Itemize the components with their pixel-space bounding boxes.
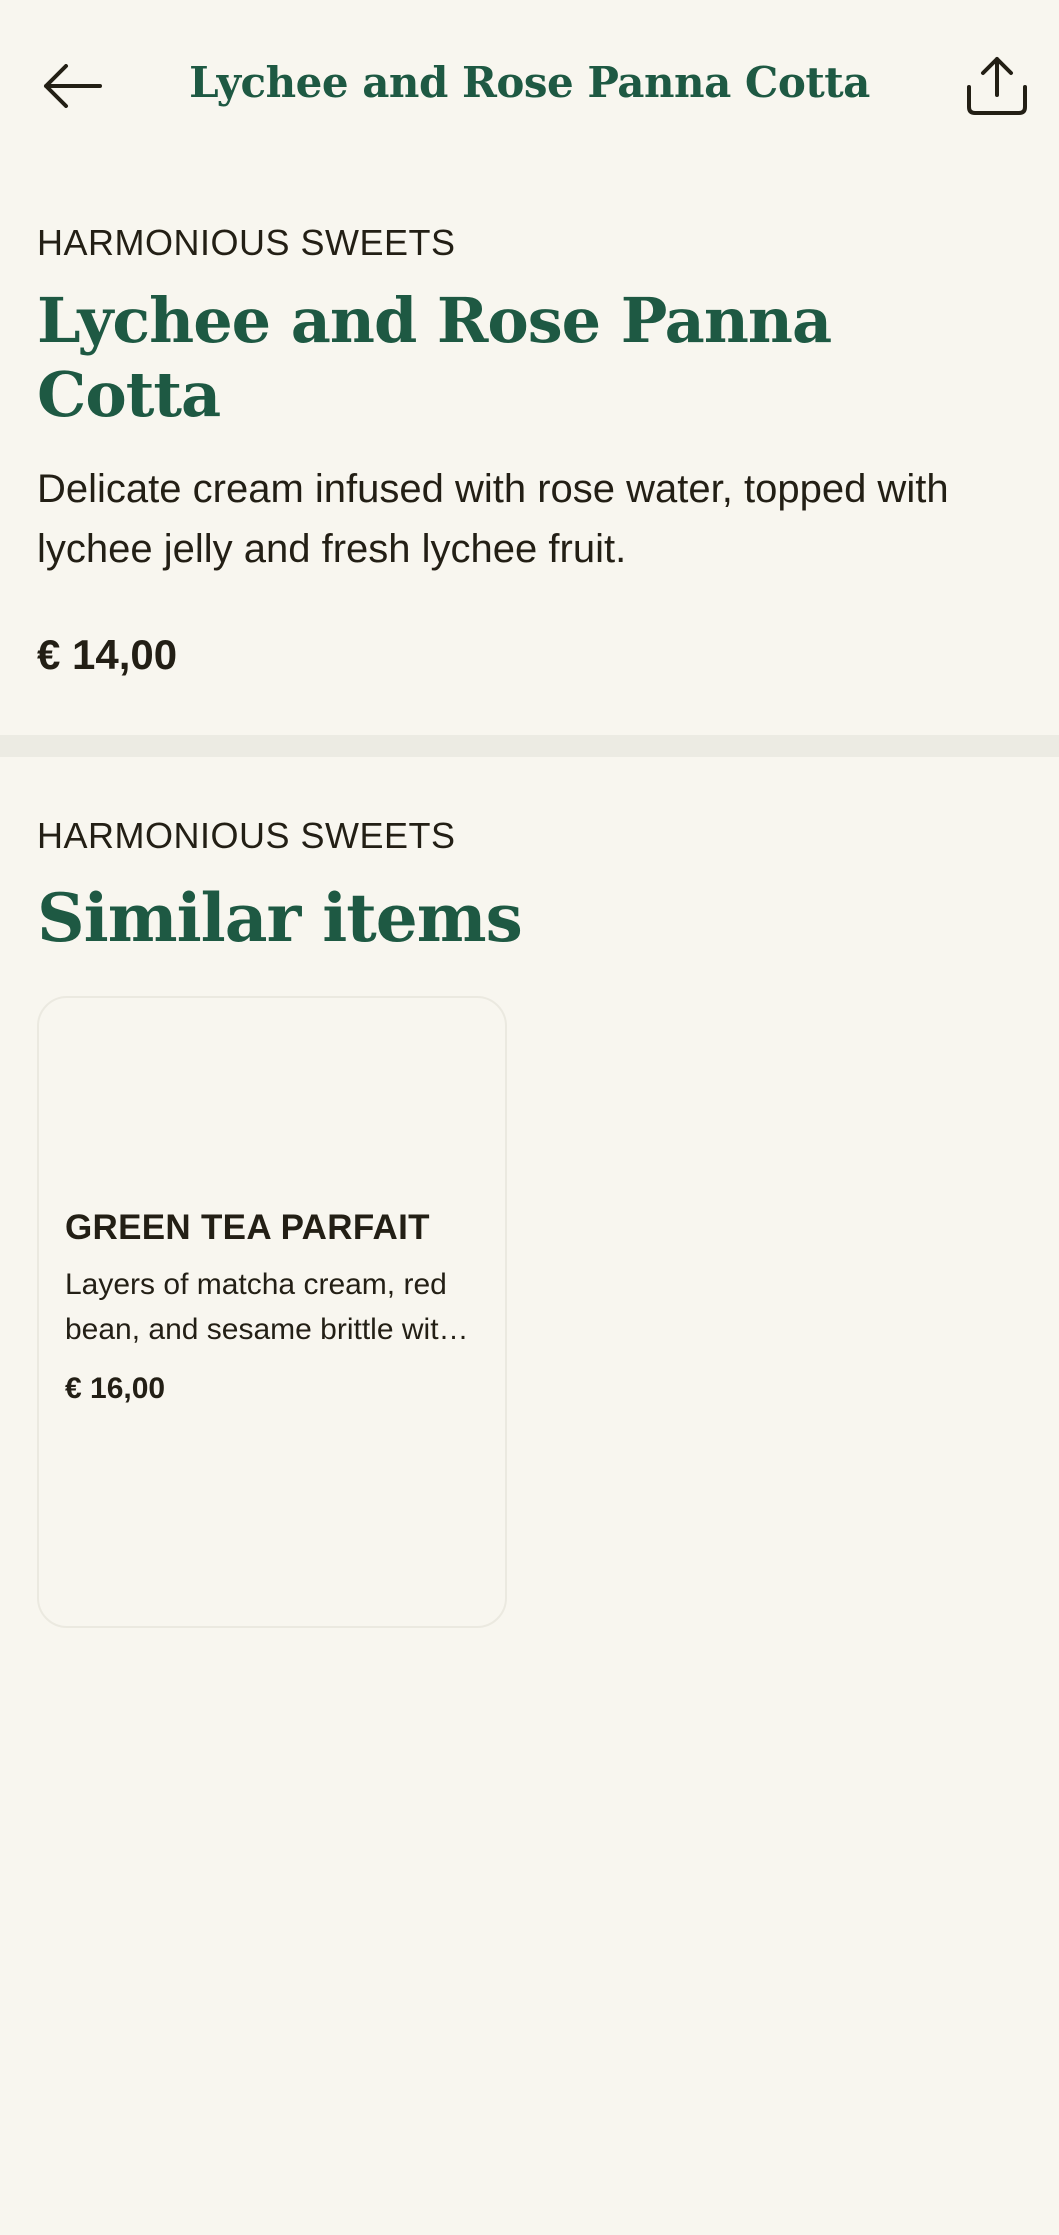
similar-items-section: HARMONIOUS SWEETS Similar items GREEN TE… — [0, 757, 1059, 1628]
similar-item-card[interactable]: GREEN TEA PARFAIT Layers of matcha cream… — [37, 995, 507, 1628]
card-price: € 16,00 — [65, 1371, 166, 1405]
item-title: Lychee and Rose Panna Cotta — [37, 284, 832, 432]
card-name: GREEN TEA PARFAIT — [65, 1207, 430, 1247]
card-description: Layers of matcha cream, red bean, and se… — [65, 1267, 456, 1346]
item-price: € 14,00 — [37, 630, 178, 678]
share-button[interactable] — [957, 46, 1037, 126]
similar-category: HARMONIOUS SWEETS — [37, 814, 456, 856]
header-title: Lychee and Rose Panna Cotta — [189, 58, 870, 107]
similar-title: Similar items — [37, 878, 523, 957]
top-bar: Lychee and Rose Panna Cotta — [0, 0, 1059, 170]
item-details: HARMONIOUS SWEETS Lychee and Rose Panna … — [0, 170, 1059, 679]
item-description: Delicate cream infused with rose water, … — [37, 466, 949, 571]
arrow-left-icon — [44, 64, 102, 108]
item-category: HARMONIOUS SWEETS — [37, 222, 456, 263]
share-icon — [967, 57, 1027, 115]
back-button[interactable] — [36, 50, 108, 122]
section-divider — [0, 734, 1059, 757]
